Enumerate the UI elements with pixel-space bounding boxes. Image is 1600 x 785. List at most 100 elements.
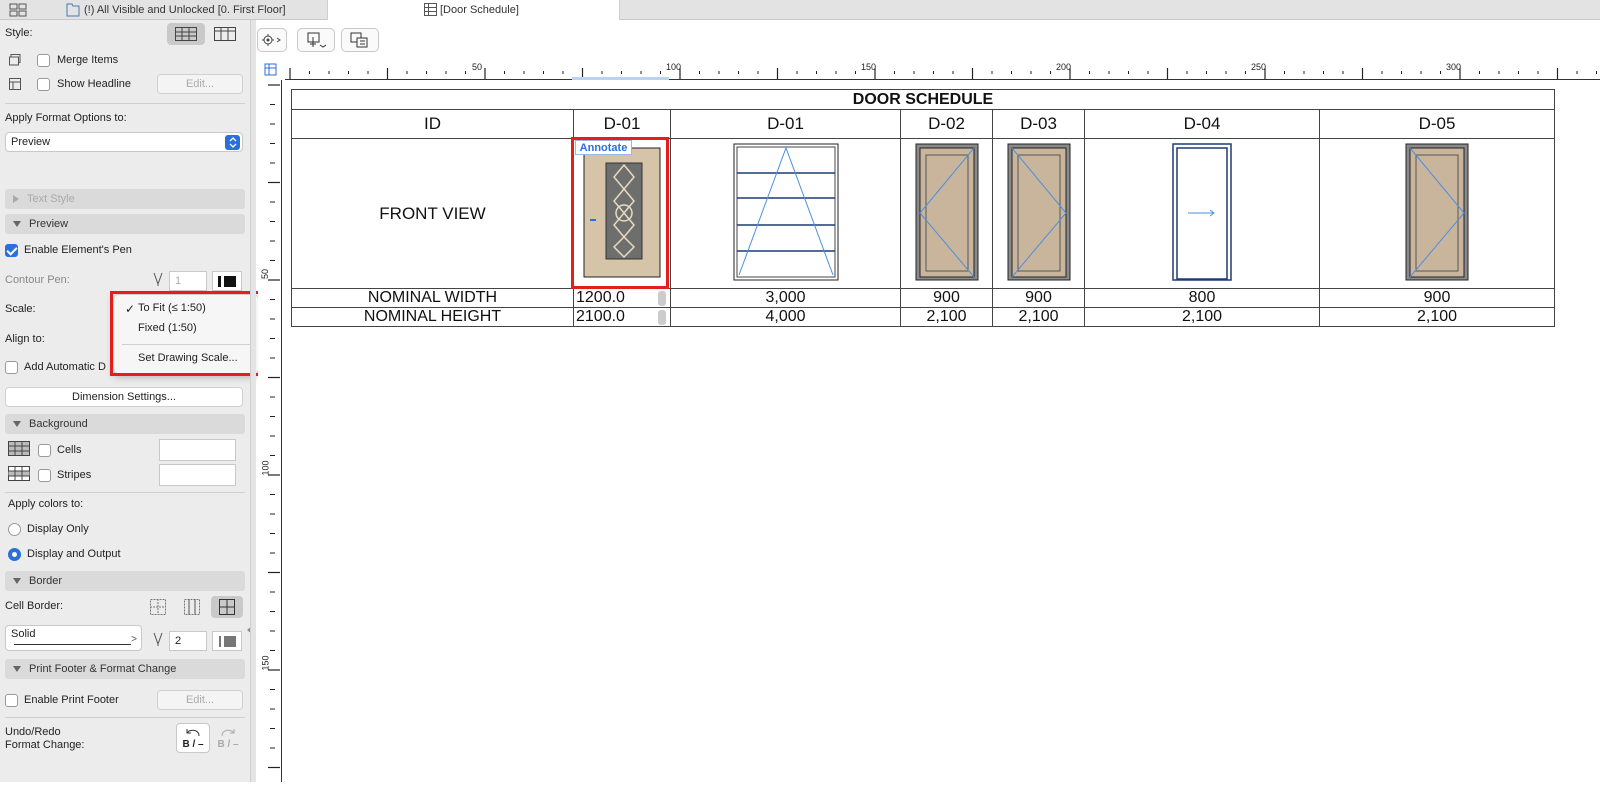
front-view-cell[interactable] (900, 138, 993, 289)
show-headline-checkbox[interactable] (37, 78, 50, 91)
ruler-label: 250 (1251, 62, 1267, 72)
merge-items-checkbox[interactable] (37, 54, 50, 67)
ruler-corner-icon[interactable] (258, 58, 282, 80)
text-style-label: Text Style (27, 193, 75, 205)
stripes-checkbox[interactable] (38, 469, 51, 482)
width-cell-editable[interactable]: 1200.0 (573, 288, 671, 308)
redo-format-button[interactable]: B / – (212, 723, 244, 753)
pen-color-swatch[interactable] (212, 271, 242, 291)
disclosure-down-icon (13, 421, 21, 427)
tab-floor-plan[interactable]: (!) All Visible and Unlocked [0. First F… (36, 0, 328, 20)
horizontal-ruler: 50 100 150 200 250 300 (285, 58, 1600, 80)
ruler-label: 150 (260, 655, 271, 671)
id-cell[interactable]: D-04 (1084, 109, 1320, 139)
border-pen-field[interactable]: 2 (169, 631, 207, 651)
ruler-label: 100 (666, 62, 682, 72)
id-cell[interactable]: D-01 (573, 109, 671, 139)
grid-view-icon[interactable] (8, 3, 28, 17)
width-cell: 900 (900, 288, 993, 308)
enable-pen-checkbox[interactable] (5, 244, 18, 257)
headline-edit-button[interactable]: Edit... (157, 74, 243, 94)
pen-icon (151, 631, 165, 647)
redo-arrow-icon (220, 727, 236, 740)
text-style-section-header[interactable]: Text Style (5, 189, 245, 209)
front-view-cell[interactable] (1319, 138, 1555, 289)
id-cell[interactable]: D-01 (670, 109, 901, 139)
display-only-radio[interactable] (8, 523, 21, 536)
cells-checkbox[interactable] (38, 444, 51, 457)
door-double-glass-image (733, 143, 838, 281)
door-schedule-table: DOOR SCHEDULE ID D-01 D-01 D-02 D-03 D-0… (291, 89, 1555, 327)
width-cell: 3,000 (670, 288, 901, 308)
row-label-nominal-height: NOMINAL HEIGHT (291, 307, 574, 327)
divider (5, 103, 245, 104)
schedule-options-button[interactable] (341, 28, 379, 52)
background-section-header[interactable]: Background (5, 414, 245, 434)
front-view-cell[interactable] (992, 138, 1085, 289)
scroll-handle[interactable] (658, 291, 666, 306)
tab-label: (!) All Visible and Unlocked [0. First F… (84, 4, 286, 16)
border-vertical-icon[interactable] (180, 597, 204, 617)
divider (5, 492, 245, 493)
front-view-cell[interactable] (670, 138, 901, 289)
ruler-label: 50 (260, 268, 271, 280)
width-value: 1200.0 (576, 289, 625, 306)
undo-icon-text: B / – (182, 738, 204, 750)
preview-label: Preview (29, 218, 69, 230)
door-sliding-image (1172, 143, 1232, 281)
tab-label: [Door Schedule] (440, 4, 519, 16)
chevron-right-icon: > (131, 634, 137, 645)
settings-button[interactable] (257, 28, 287, 52)
stripes-grid-icon (8, 465, 30, 481)
height-cell: 2,100 (900, 307, 993, 327)
apply-format-label: Apply Format Options to: (5, 112, 127, 124)
cells-color-field[interactable] (159, 439, 236, 461)
stripes-label: Stripes (57, 469, 92, 481)
panel-divider[interactable] (250, 20, 256, 782)
display-output-radio[interactable] (8, 548, 21, 561)
id-cell[interactable]: D-03 (992, 109, 1085, 139)
dimension-settings-button[interactable]: Dimension Settings... (5, 387, 243, 407)
stripes-color-field[interactable] (159, 464, 236, 486)
enable-footer-checkbox[interactable] (5, 694, 18, 707)
scroll-handle[interactable] (658, 310, 666, 325)
undo-arrow-icon (185, 727, 201, 740)
disclosure-down-icon (13, 578, 21, 584)
floorplan-icon (66, 3, 80, 20)
print-footer-section-header[interactable]: Print Footer & Format Change (5, 659, 245, 679)
row-label-front-view: FRONT VIEW (291, 138, 574, 289)
add-automatic-checkbox[interactable] (5, 361, 18, 374)
border-all-icon[interactable] (211, 596, 243, 618)
height-cell: 2,100 (1084, 307, 1320, 327)
border-section-header[interactable]: Border (5, 571, 245, 591)
border-outer-icon[interactable] (146, 597, 170, 617)
footer-edit-button[interactable]: Edit... (157, 690, 243, 710)
height-cell: 4,000 (670, 307, 901, 327)
cells-grid-icon (8, 440, 30, 456)
border-color-swatch[interactable] (212, 631, 242, 651)
merge-items-icon (8, 53, 22, 67)
height-cell: 2,100 (1319, 307, 1555, 327)
id-cell[interactable]: D-05 (1319, 109, 1555, 139)
table-style-grid-button[interactable] (167, 23, 205, 45)
contour-pen-field[interactable]: 1 (169, 271, 207, 291)
headline-icon (8, 77, 22, 91)
line-type-select[interactable]: Solid > (5, 625, 142, 651)
display-only-label: Display Only (27, 523, 89, 535)
schedule-table-icon (424, 3, 437, 19)
id-cell[interactable]: D-02 (900, 109, 993, 139)
schedule-title: DOOR SCHEDULE (291, 89, 1555, 110)
style-label: Style: (5, 27, 33, 39)
front-view-cell[interactable] (1084, 138, 1320, 289)
tab-door-schedule[interactable]: [Door Schedule] (328, 0, 620, 20)
align-to-label: Align to: (5, 333, 45, 345)
scale-label: Scale: (5, 303, 36, 315)
border-pen-value: 2 (175, 635, 182, 647)
table-style-list-button[interactable] (208, 23, 242, 45)
vertical-ruler: 50 100 150 (258, 80, 282, 782)
height-cell-editable[interactable]: 2100.0 (573, 307, 671, 327)
apply-format-select[interactable]: Preview (5, 132, 243, 152)
place-schedule-button[interactable] (297, 28, 335, 52)
undo-format-button[interactable]: B / – (176, 723, 210, 753)
preview-section-header[interactable]: Preview (5, 214, 245, 234)
